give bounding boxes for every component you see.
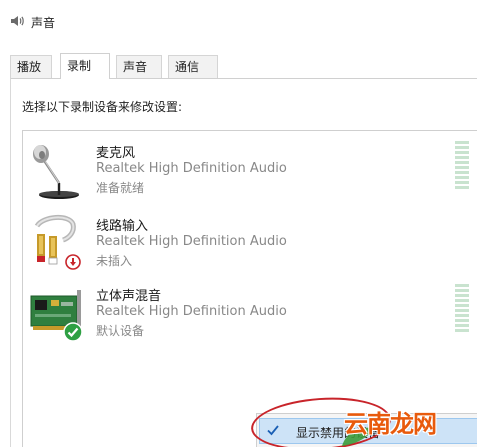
device-item-stereo-mix[interactable]: 立体声混音 Realtek High Definition Audio 默认设备 [23, 280, 477, 352]
title-bar: 声音 [0, 0, 477, 40]
tab-recording[interactable]: 录制 [60, 53, 110, 79]
watermark-text: 云南龙网 [344, 410, 437, 438]
device-item-line-in[interactable]: 线路输入 Realtek High Definition Audio 未插入 [23, 210, 477, 282]
checkmark-icon [267, 425, 279, 436]
tab-playback[interactable]: 播放 [10, 55, 52, 78]
recording-device-list[interactable]: 麦克风 Realtek High Definition Audio 准备就绪 线… [22, 130, 477, 447]
tab-strip: 播放 录制 声音 通信 [10, 53, 470, 79]
sound-dialog: 声音 播放 录制 声音 通信 选择以下录制设备来修改设置: 麦克风 Realte… [0, 0, 477, 447]
device-status: 未插入 [96, 254, 133, 268]
default-device-check-icon [63, 322, 83, 342]
device-driver: Realtek High Definition Audio [96, 234, 287, 249]
device-driver: Realtek High Definition Audio [96, 161, 287, 176]
tab-communications[interactable]: 通信 [168, 55, 218, 78]
microphone-icon [33, 145, 79, 199]
level-meter [455, 284, 469, 334]
instruction-text: 选择以下录制设备来修改设置: [22, 100, 183, 114]
level-meter [455, 141, 469, 191]
device-status: 默认设备 [96, 324, 145, 338]
unplugged-badge-icon [65, 254, 81, 270]
device-name: 麦克风 [96, 146, 136, 161]
speaker-icon [11, 16, 24, 26]
window-title: 声音 [31, 16, 56, 30]
device-driver: Realtek High Definition Audio [96, 304, 287, 319]
device-item-microphone[interactable]: 麦克风 Realtek High Definition Audio 准备就绪 [23, 137, 477, 209]
device-name: 线路输入 [96, 219, 149, 234]
device-status: 准备就绪 [96, 181, 145, 195]
device-name: 立体声混音 [96, 289, 162, 304]
tab-sounds[interactable]: 声音 [116, 55, 162, 78]
